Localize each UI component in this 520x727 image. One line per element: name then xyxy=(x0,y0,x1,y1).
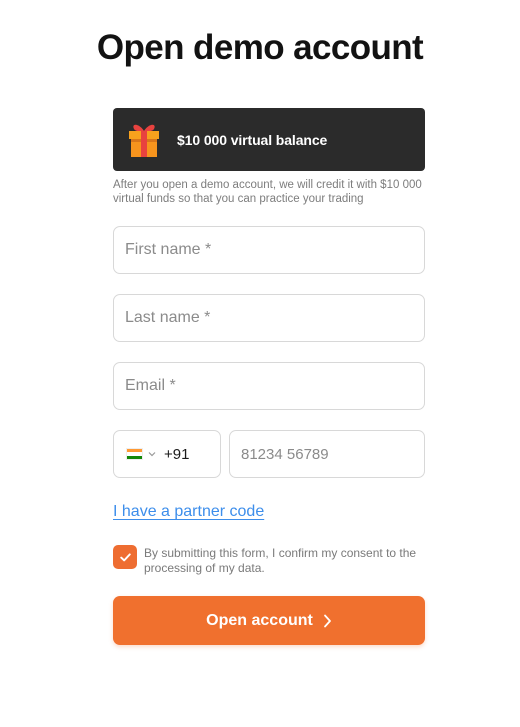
first-name-field[interactable] xyxy=(113,226,425,274)
partner-code-link[interactable]: I have a partner code xyxy=(113,503,264,521)
promo-text: $10 000 virtual balance xyxy=(177,131,328,148)
email-field[interactable] xyxy=(113,362,425,410)
open-account-label: Open account xyxy=(206,611,313,629)
last-name-input[interactable] xyxy=(114,295,424,341)
promo-note: After you open a demo account, we will c… xyxy=(113,179,422,205)
email-input[interactable] xyxy=(114,363,424,409)
phone-field[interactable] xyxy=(229,430,425,478)
consent-row: By submitting this form, I confirm my co… xyxy=(113,545,425,576)
open-account-button[interactable]: Open account xyxy=(113,596,425,645)
demo-account-form: $10 000 virtual balance After you open a… xyxy=(113,108,425,645)
promo-banner: $10 000 virtual balance xyxy=(113,108,425,171)
chevron-right-icon xyxy=(323,614,331,627)
dial-code: +91 xyxy=(164,445,190,463)
checkmark-icon xyxy=(119,552,131,561)
consent-checkbox[interactable] xyxy=(113,545,137,569)
gift-icon xyxy=(129,124,159,157)
chevron-down-icon xyxy=(148,452,156,457)
phone-input[interactable] xyxy=(230,431,424,477)
country-code-select[interactable]: +91 xyxy=(113,430,221,478)
last-name-field[interactable] xyxy=(113,294,425,342)
page-title: Open demo account xyxy=(96,28,424,67)
phone-row: +91 xyxy=(113,430,425,478)
first-name-input[interactable] xyxy=(114,227,424,273)
india-flag-icon xyxy=(126,448,143,460)
consent-text: By submitting this form, I confirm my co… xyxy=(144,546,417,575)
